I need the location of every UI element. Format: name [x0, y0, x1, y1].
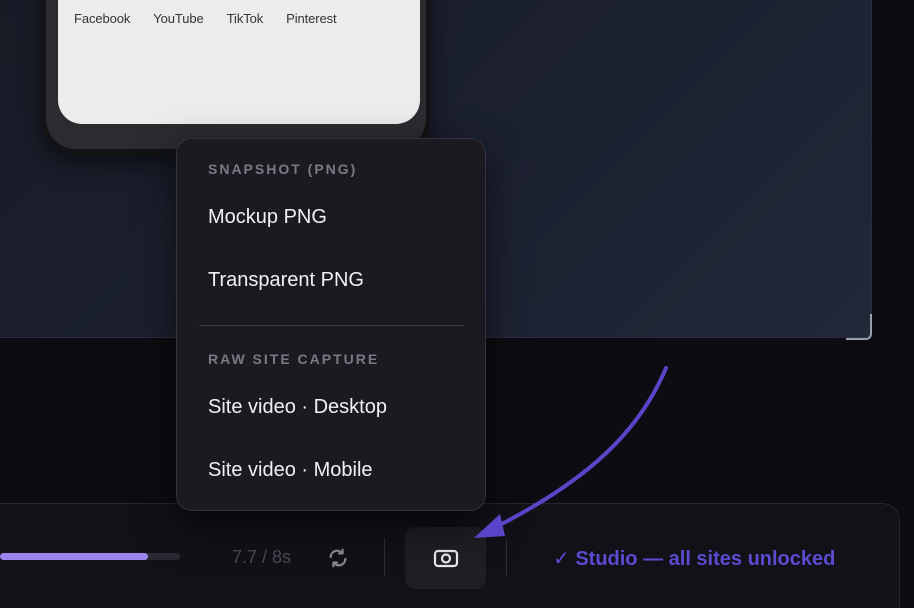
- loop-button[interactable]: [324, 544, 352, 572]
- menu-section-snapshot: SNAPSHOT (PNG): [208, 161, 358, 177]
- time-readout: 7.7 / 8s: [232, 547, 292, 567]
- social-links-row: Facebook YouTube TikTok Pinterest: [74, 11, 360, 26]
- snapshot-menu: SNAPSHOT (PNG) Mockup PNG Transparent PN…: [176, 138, 486, 511]
- menu-divider: [199, 325, 464, 326]
- menu-item-transparent-png[interactable]: Transparent PNG: [208, 269, 364, 292]
- phone-screen: Facebook YouTube TikTok Pinterest: [58, 0, 420, 124]
- social-link-tiktok: TikTok: [226, 11, 264, 26]
- progress-bar[interactable]: [0, 553, 180, 560]
- menu-section-raw-capture: RAW SITE CAPTURE: [208, 351, 380, 367]
- social-link-pinterest: Pinterest: [286, 11, 337, 26]
- progress-fill: [0, 553, 148, 560]
- phone-mockup: Facebook YouTube TikTok Pinterest: [42, 0, 430, 155]
- studio-status-badge: ✓ Studio — all sites unlocked: [553, 548, 836, 570]
- player-divider-left: [384, 538, 385, 576]
- social-link-youtube: YouTube: [153, 11, 204, 26]
- menu-item-mockup-png[interactable]: Mockup PNG: [208, 206, 327, 229]
- player-divider-right: [506, 538, 507, 576]
- menu-item-site-video-mobile[interactable]: Site video · Mobile: [208, 459, 373, 482]
- resize-handle[interactable]: [846, 314, 872, 340]
- loop-icon: [329, 548, 347, 568]
- menu-item-site-video-desktop[interactable]: Site video · Desktop: [208, 396, 387, 419]
- snapshot-button[interactable]: [405, 527, 486, 589]
- app-stage: Facebook YouTube TikTok Pinterest 7.7 / …: [0, 0, 914, 608]
- camera-icon: [433, 549, 458, 568]
- social-link-facebook: Facebook: [74, 11, 131, 26]
